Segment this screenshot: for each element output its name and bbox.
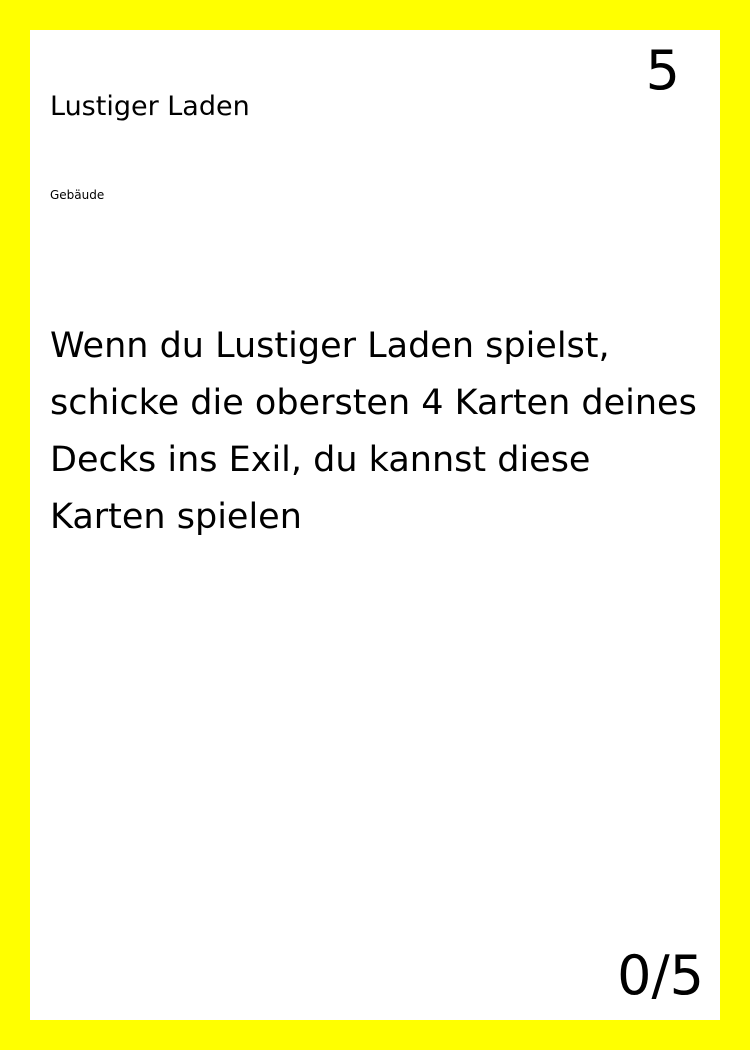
card-name: Lustiger Laden	[50, 91, 250, 122]
card-rules-text: Wenn du Lustiger Laden spielst, schicke …	[50, 326, 697, 537]
card-stats: 0/5	[617, 944, 704, 1007]
card-cost: 5	[645, 39, 680, 102]
card-type: Gebäude	[50, 188, 105, 202]
game-card[interactable]: Lustiger Laden 5 Gebäude Wenn du Lustige…	[30, 30, 720, 1020]
